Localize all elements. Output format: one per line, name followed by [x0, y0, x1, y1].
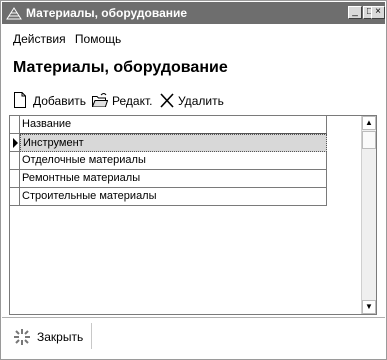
- close-label: Закрыть: [37, 330, 84, 344]
- table-cell: Отделочные материалы: [20, 152, 327, 170]
- table-row[interactable]: Инструмент: [10, 134, 328, 152]
- main-window: Материалы, оборудование _ □ × Действия П…: [0, 0, 387, 360]
- edit-label: Редакт.: [112, 94, 153, 108]
- add-label: Добавить: [33, 94, 87, 108]
- scroll-thumb[interactable]: [362, 131, 376, 149]
- menu-actions[interactable]: Действия: [13, 32, 66, 46]
- current-row-arrow-icon: [13, 138, 18, 148]
- delete-x-icon: [160, 93, 174, 108]
- table-row[interactable]: Строительные материалы: [10, 188, 328, 206]
- vertical-scrollbar[interactable]: ▲ ▼: [361, 116, 376, 314]
- table-cell: Инструмент: [20, 134, 327, 152]
- data-grid[interactable]: Название Инструмент Отделочные материалы…: [9, 115, 377, 315]
- scroll-down-icon[interactable]: ▼: [362, 300, 376, 314]
- row-indicator: [10, 134, 20, 152]
- row-indicator: [10, 152, 20, 170]
- row-indicator: [10, 188, 20, 206]
- edit-button[interactable]: Редакт.: [92, 92, 154, 110]
- window-title: Материалы, оборудование: [26, 6, 188, 20]
- menu-help[interactable]: Помощь: [75, 32, 121, 46]
- scroll-up-icon[interactable]: ▲: [362, 116, 376, 130]
- header-indicator-cell: [10, 116, 20, 134]
- new-document-icon: [14, 92, 26, 108]
- open-folder-icon: [92, 93, 108, 107]
- add-button[interactable]: Добавить: [13, 92, 87, 110]
- table-cell: Ремонтные материалы: [20, 170, 327, 188]
- close-gear-icon: [14, 329, 30, 345]
- table-row[interactable]: Ремонтные материалы: [10, 170, 328, 188]
- minimize-button[interactable]: _: [348, 6, 362, 19]
- column-header-name[interactable]: Название: [20, 116, 327, 134]
- menu-bar: Действия Помощь: [13, 32, 127, 46]
- delete-label: Удалить: [178, 94, 224, 108]
- page-title: Материалы, оборудование: [13, 59, 228, 76]
- footer-divider: [91, 323, 92, 349]
- title-bar[interactable]: Материалы, оборудование _ □ ×: [2, 2, 385, 24]
- table-row[interactable]: Отделочные материалы: [10, 152, 328, 170]
- delete-button[interactable]: Удалить: [160, 92, 226, 110]
- app-icon: [6, 7, 22, 20]
- row-indicator: [10, 170, 20, 188]
- table-cell: Строительные материалы: [20, 188, 327, 206]
- footer-separator: [2, 317, 385, 318]
- close-window-button[interactable]: ×: [371, 6, 385, 19]
- grid-header-row: Название: [10, 116, 328, 134]
